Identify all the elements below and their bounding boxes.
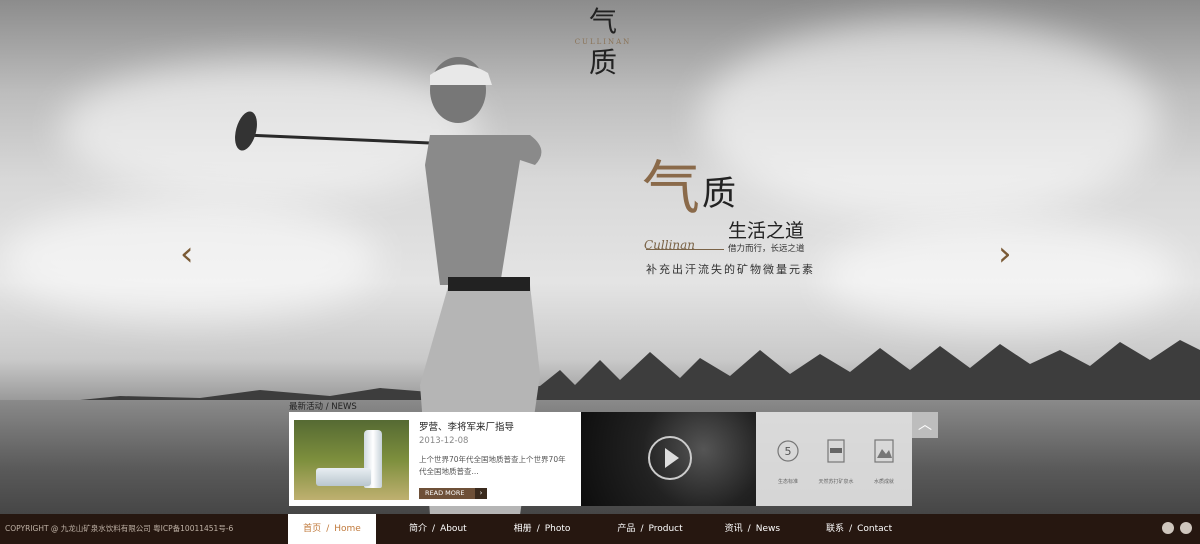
nav-separator: / — [640, 524, 644, 534]
prev-slide-arrow-icon[interactable]: ‹ — [180, 237, 210, 271]
brand-divider — [646, 249, 724, 250]
nav-separator: / — [747, 524, 751, 534]
nav-item-cn: 简介 — [409, 524, 428, 534]
nav-item-en: Photo — [544, 524, 571, 534]
svg-text:5: 5 — [785, 445, 792, 458]
cert-badge: 天然苏打矿泉水 — [818, 438, 854, 485]
next-slide-arrow-icon[interactable]: › — [998, 237, 1028, 271]
slide-brand-art: 气 质 生活之道 借力而行，长远之道 Cullinan 补充出汗流失的矿物微量元… — [640, 158, 830, 278]
weibo-icon[interactable] — [1162, 522, 1174, 534]
site-logo[interactable]: 气 CULLINAN 质 — [568, 8, 638, 78]
nav-item-en: Contact — [857, 524, 893, 534]
news-card[interactable]: 罗营、李将军来厂指导 2013-12-08 上个世界70年代全国地质普查上个世界… — [289, 412, 581, 506]
brand-slogan: 补充出汗流失的矿物微量元素 — [646, 263, 815, 276]
nav-item-news[interactable]: 资讯 / News — [725, 514, 780, 544]
nav-item-about[interactable]: 简介 / About — [409, 514, 467, 544]
cert-label: 水质成就 — [873, 479, 894, 485]
cert-badge: 水质成就 — [866, 438, 902, 485]
collapse-toggle-icon[interactable]: ︿ — [912, 412, 938, 438]
copyright-text: COPYRIGHT @ 九龙山矿泉水饮料有限公司 粤ICP备10011451号-… — [5, 524, 234, 533]
social-links — [1162, 522, 1192, 534]
nav-item-product[interactable]: 产品 / Product — [617, 514, 682, 544]
brand-char-1: 气 — [642, 154, 701, 222]
wechat-icon[interactable] — [1180, 522, 1192, 534]
cert-badge: 5 生态标准 — [770, 438, 806, 485]
news-description: 上个世界70年代全国地质普查上个世界70年代全国地质普查... — [419, 455, 566, 476]
play-icon[interactable] — [648, 436, 692, 480]
nav-item-en: News — [755, 524, 781, 534]
soda-icon — [827, 439, 845, 463]
nav-item-cn: 相册 — [513, 524, 532, 534]
nav-item-home[interactable]: 首页 / Home — [288, 514, 376, 544]
read-more-arrow-icon: › — [475, 488, 487, 499]
brand-char-2: 质 — [702, 174, 736, 214]
mountain-icon — [874, 439, 894, 463]
news-date: 2013-12-08 — [419, 436, 469, 446]
read-more-label: READ MORE — [425, 489, 465, 497]
nav-item-cn: 首页 — [303, 524, 322, 534]
nav-item-photo[interactable]: 相册 / Photo — [514, 514, 571, 544]
read-more-button[interactable]: READ MORE › — [419, 488, 487, 499]
nav-separator: / — [849, 524, 853, 534]
nav-item-cn: 联系 — [826, 524, 845, 534]
nav-separator: / — [432, 524, 436, 534]
nav-item-en: About — [440, 524, 467, 534]
nav-item-cn: 资讯 — [724, 524, 743, 534]
badge-5-icon: 5 — [777, 440, 799, 462]
brand-life-text: 生活之道 — [728, 220, 805, 242]
certification-card: 5 生态标准 天然苏打矿泉水 水质成就 — [756, 412, 912, 506]
nav-separator: / — [326, 524, 330, 534]
nav-item-cn: 产品 — [617, 524, 636, 534]
logo-char-top: 气 — [588, 5, 617, 38]
footer-bar: COPYRIGHT @ 九龙山矿泉水饮料有限公司 粤ICP备10011451号-… — [0, 514, 1200, 544]
news-section-label: 最新活动 / NEWS — [289, 402, 357, 412]
news-thumbnail[interactable] — [294, 420, 409, 500]
news-title[interactable]: 罗营、李将军来厂指导 — [419, 419, 514, 433]
main-nav: 首页 / Home 简介 / About 相册 / Photo 产品 / Product 资讯 /… — [288, 514, 892, 544]
nav-item-contact[interactable]: 联系 / Contact — [826, 514, 892, 544]
logo-latin: CULLINAN — [574, 38, 632, 46]
video-card[interactable] — [581, 412, 756, 506]
brand-subtitle: 借力而行，长远之道 — [728, 244, 805, 254]
bottle-image — [316, 468, 371, 486]
logo-char-bottom: 质 — [588, 46, 617, 79]
cert-label: 天然苏打矿泉水 — [818, 479, 854, 485]
cert-label: 生态标准 — [777, 479, 798, 485]
nav-item-en: Product — [648, 524, 683, 534]
nav-item-en: Home — [334, 524, 361, 534]
nav-separator: / — [536, 524, 540, 534]
